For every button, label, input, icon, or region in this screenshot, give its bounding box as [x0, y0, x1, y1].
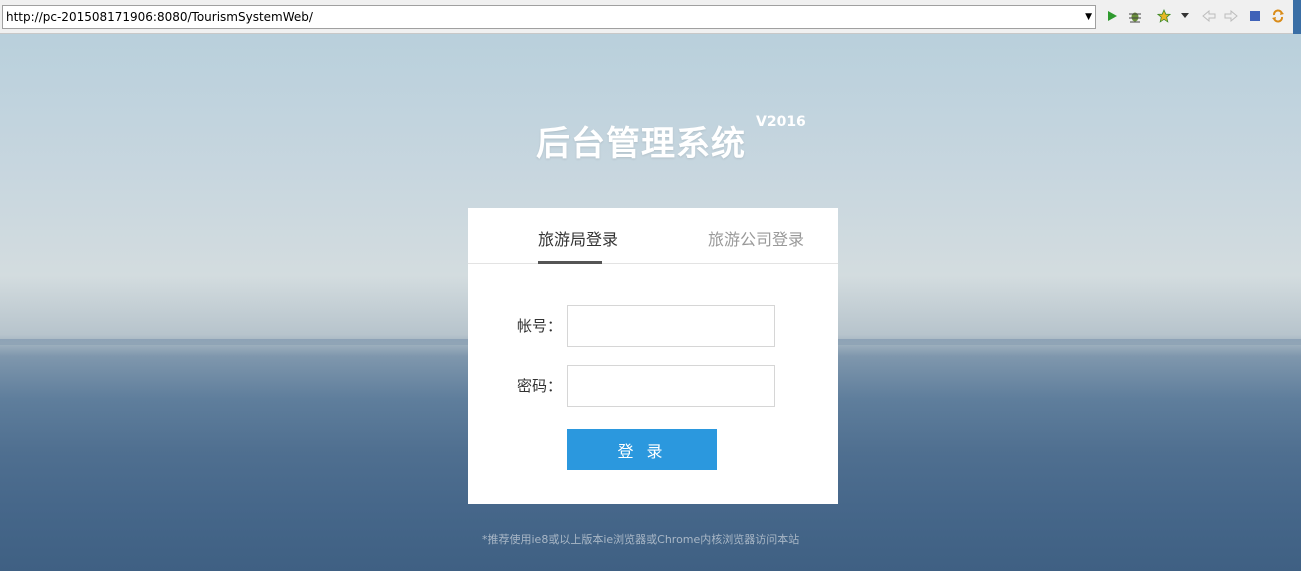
refresh-icon[interactable] — [1270, 8, 1286, 24]
tab-tourism-company-login[interactable]: 旅游公司登录 — [708, 230, 804, 250]
background-sea-image: 后台管理系统 V2016 旅游局登录 旅游公司登录 帐号： 密码： 登 录 *推… — [0, 34, 1301, 571]
forward-icon[interactable] — [1223, 8, 1239, 24]
address-bar[interactable]: http://pc-201508171906:8080/TourismSyste… — [2, 5, 1096, 29]
address-bar-url: http://pc-201508171906:8080/TourismSyste… — [6, 10, 313, 24]
back-icon[interactable] — [1201, 8, 1217, 24]
favorite-star-icon[interactable] — [1156, 8, 1172, 24]
page-title: 后台管理系统 — [536, 124, 746, 164]
login-panel: 旅游局登录 旅游公司登录 帐号： 密码： 登 录 — [468, 208, 838, 504]
address-dropdown-icon[interactable]: ▼ — [1085, 6, 1092, 28]
password-label: 密码： — [517, 377, 563, 395]
window-edge — [1293, 0, 1301, 34]
debug-icon[interactable] — [1127, 8, 1143, 24]
login-button[interactable]: 登 录 — [567, 429, 717, 470]
version-badge: V2016 — [756, 114, 806, 130]
run-icon[interactable] — [1104, 8, 1120, 24]
active-tab-indicator — [538, 261, 602, 264]
account-label: 帐号： — [517, 317, 563, 335]
account-input[interactable] — [567, 305, 775, 347]
favorite-menu-chevron-icon[interactable] — [1177, 8, 1193, 24]
login-tabs: 旅游局登录 旅游公司登录 — [468, 208, 838, 264]
browser-toolbar: http://pc-201508171906:8080/TourismSyste… — [0, 0, 1301, 34]
stop-icon[interactable] — [1247, 8, 1263, 24]
browser-recommendation-note: *推荐使用ie8或以上版本ie浏览器或Chrome内核浏览器访问本站 — [482, 533, 800, 546]
password-input[interactable] — [567, 365, 775, 407]
tab-tourism-bureau-login[interactable]: 旅游局登录 — [538, 230, 618, 250]
